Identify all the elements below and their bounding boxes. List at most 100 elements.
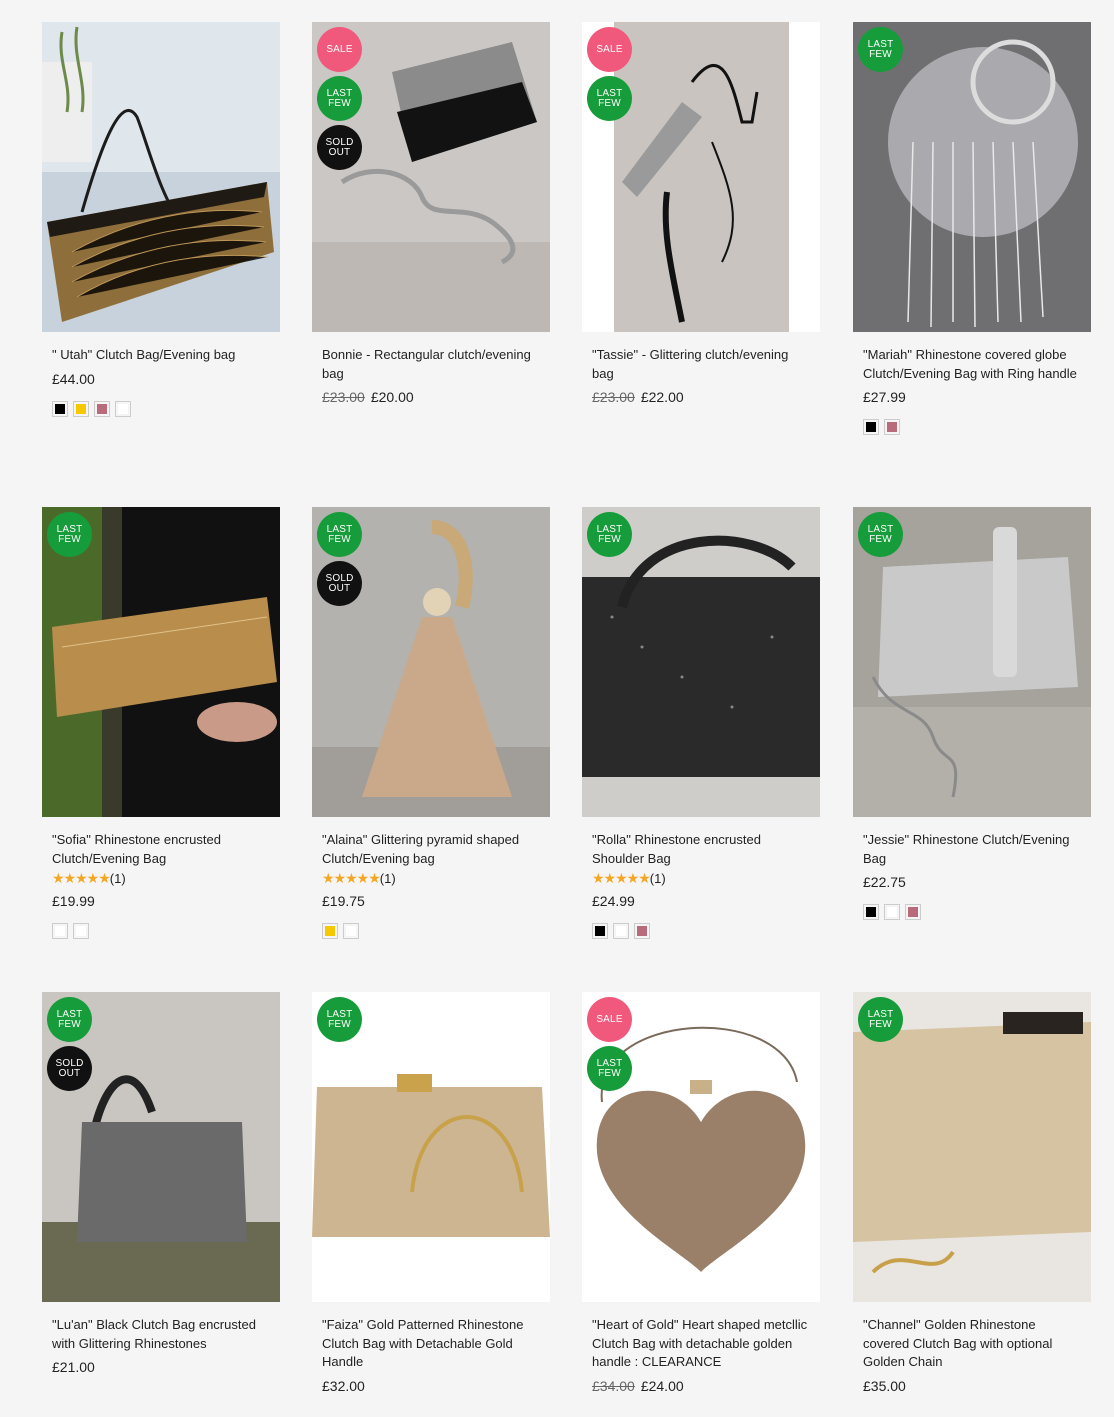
- last-few-badge: LAST FEW: [587, 1046, 632, 1091]
- product-title[interactable]: "Jessie" Rhinestone Clutch/Evening Bag: [863, 831, 1081, 868]
- product-card[interactable]: " Utah" Clutch Bag/Evening bag £44.00: [42, 22, 280, 417]
- product-image[interactable]: LAST FEW: [312, 992, 550, 1302]
- current-price: £27.99: [863, 389, 906, 405]
- current-price: £21.00: [52, 1359, 95, 1375]
- color-swatch-white[interactable]: [343, 923, 359, 939]
- product-card[interactable]: SALE LAST FEW "Tassie" - Glittering clutc…: [582, 22, 820, 405]
- product-rating[interactable]: ★★★★★ (1): [322, 870, 540, 887]
- rating-count: (1): [379, 871, 396, 886]
- last-few-badge: LAST FEW: [858, 997, 903, 1042]
- color-swatches: [52, 400, 270, 417]
- product-card[interactable]: LAST FEW "Sofia" Rhinestone encrusted Clu…: [42, 507, 280, 939]
- product-title[interactable]: "Faiza" Gold Patterned Rhinestone Clutch…: [322, 1316, 540, 1372]
- product-image[interactable]: SALE LAST FEW SOLD OUT: [312, 22, 550, 332]
- product-card[interactable]: LAST FEW SOLD OUT "Lu'an" Black Clutch Bag…: [42, 992, 280, 1375]
- star-rating-icon: ★★★★★: [52, 870, 111, 886]
- product-rating[interactable]: ★★★★★ (1): [52, 870, 270, 887]
- product-card[interactable]: LAST FEW "Rolla" Rhinestone encrusted Sho…: [582, 507, 820, 939]
- product-title[interactable]: "Heart of Gold" Heart shaped metcllic Cl…: [592, 1316, 810, 1372]
- sale-badge: SALE: [587, 27, 632, 72]
- product-image[interactable]: LAST FEW SOLD OUT: [312, 507, 550, 817]
- product-card[interactable]: SALE LAST FEW SOLD OUT Bonnie - Rectangula…: [312, 22, 550, 405]
- sale-badge: SALE: [317, 27, 362, 72]
- color-swatch-black[interactable]: [52, 400, 68, 417]
- star-rating-icon: ★★★★★: [322, 870, 381, 886]
- color-swatches: [863, 419, 1081, 435]
- product-title[interactable]: Bonnie - Rectangular clutch/evening bag: [322, 346, 540, 383]
- last-few-badge: LAST FEW: [47, 997, 92, 1042]
- product-card[interactable]: LAST FEW "Mariah" Rhinestone covered glob…: [853, 22, 1091, 435]
- current-price: £22.00: [640, 389, 684, 405]
- product-price: £44.00: [52, 371, 270, 387]
- product-card[interactable]: LAST FEW SOLD OUT "Alaina" Glittering pyra…: [312, 507, 550, 939]
- product-price: £23.00 £20.00: [322, 389, 540, 405]
- old-price: £34.00: [592, 1377, 635, 1394]
- star-rating-icon: ★★★★★: [592, 870, 651, 886]
- product-card[interactable]: SALE LAST FEW "Heart of Gold" Heart shape…: [582, 992, 820, 1394]
- last-few-badge: LAST FEW: [317, 512, 362, 557]
- color-swatch-black[interactable]: [863, 904, 879, 920]
- current-price: £35.00: [863, 1377, 906, 1394]
- color-swatches: [592, 923, 810, 939]
- color-swatch-black[interactable]: [592, 923, 608, 939]
- product-title[interactable]: " Utah" Clutch Bag/Evening bag: [52, 346, 270, 365]
- color-swatch-pink[interactable]: [884, 419, 900, 435]
- rating-count: (1): [109, 871, 126, 886]
- product-title[interactable]: "Rolla" Rhinestone encrusted Shoulder Ba…: [592, 831, 810, 868]
- current-price: £44.00: [52, 370, 95, 387]
- current-price: £22.75: [863, 874, 906, 890]
- last-few-badge: LAST FEW: [587, 512, 632, 557]
- color-swatch-pink[interactable]: [94, 400, 110, 417]
- color-swatch-yellow[interactable]: [73, 400, 89, 417]
- color-swatch-white[interactable]: [115, 400, 131, 417]
- sold-out-badge: SOLD OUT: [317, 561, 362, 606]
- old-price: £23.00: [322, 389, 365, 405]
- product-image[interactable]: SALE LAST FEW: [582, 22, 820, 332]
- product-image[interactable]: LAST FEW: [853, 22, 1091, 332]
- color-swatch-pink[interactable]: [905, 904, 921, 920]
- last-few-badge: LAST FEW: [47, 512, 92, 557]
- product-image[interactable]: LAST FEW SOLD OUT: [42, 992, 280, 1302]
- color-swatches: [322, 923, 540, 939]
- product-price: £19.99: [52, 893, 270, 909]
- color-swatches: [52, 923, 270, 939]
- product-title[interactable]: "Mariah" Rhinestone covered globe Clutch…: [863, 346, 1081, 383]
- color-swatch-white[interactable]: [613, 923, 629, 939]
- current-price: £19.75: [322, 893, 365, 909]
- product-title[interactable]: "Tassie" - Glittering clutch/evening bag: [592, 346, 810, 383]
- current-price: £24.99: [592, 893, 635, 909]
- product-price: £35.00: [863, 1378, 1081, 1394]
- product-image[interactable]: LAST FEW: [853, 992, 1091, 1302]
- color-swatch-white[interactable]: [52, 923, 68, 939]
- product-title[interactable]: "Sofia" Rhinestone encrusted Clutch/Even…: [52, 831, 270, 868]
- product-image[interactable]: SALE LAST FEW: [582, 992, 820, 1302]
- product-price: £19.75: [322, 893, 540, 909]
- product-rating[interactable]: ★★★★★ (1): [592, 870, 810, 887]
- color-swatch-white[interactable]: [73, 923, 89, 939]
- product-price: £27.99: [863, 389, 1081, 405]
- product-image[interactable]: LAST FEW: [853, 507, 1091, 817]
- sale-badge: SALE: [587, 997, 632, 1042]
- color-swatch-white[interactable]: [884, 904, 900, 920]
- product-image[interactable]: [42, 22, 280, 332]
- sold-out-badge: SOLD OUT: [47, 1046, 92, 1091]
- product-card[interactable]: LAST FEW "Channel" Golden Rhinestone cove…: [853, 992, 1091, 1394]
- color-swatch-pink[interactable]: [634, 923, 650, 939]
- product-image[interactable]: LAST FEW: [42, 507, 280, 817]
- product-price: £32.00: [322, 1378, 540, 1394]
- color-swatch-black[interactable]: [863, 419, 879, 435]
- product-price: £34.00 £24.00: [592, 1378, 810, 1394]
- current-price: £20.00: [370, 389, 414, 405]
- last-few-badge: LAST FEW: [317, 997, 362, 1042]
- product-card[interactable]: LAST FEW "Faiza" Gold Patterned Rhineston…: [312, 992, 550, 1394]
- current-price: £32.00: [322, 1377, 365, 1394]
- sold-out-badge: SOLD OUT: [317, 125, 362, 170]
- product-price: £24.99: [592, 893, 810, 909]
- product-image[interactable]: LAST FEW: [582, 507, 820, 817]
- product-price: £22.75: [863, 874, 1081, 890]
- product-title[interactable]: "Lu'an" Black Clutch Bag encrusted with …: [52, 1316, 270, 1353]
- product-title[interactable]: "Alaina" Glittering pyramid shaped Clutc…: [322, 831, 540, 868]
- product-card[interactable]: LAST FEW "Jessie" Rhinestone Clutch/Eveni…: [853, 507, 1091, 920]
- color-swatch-yellow[interactable]: [322, 923, 338, 939]
- product-title[interactable]: "Channel" Golden Rhinestone covered Clut…: [863, 1316, 1081, 1372]
